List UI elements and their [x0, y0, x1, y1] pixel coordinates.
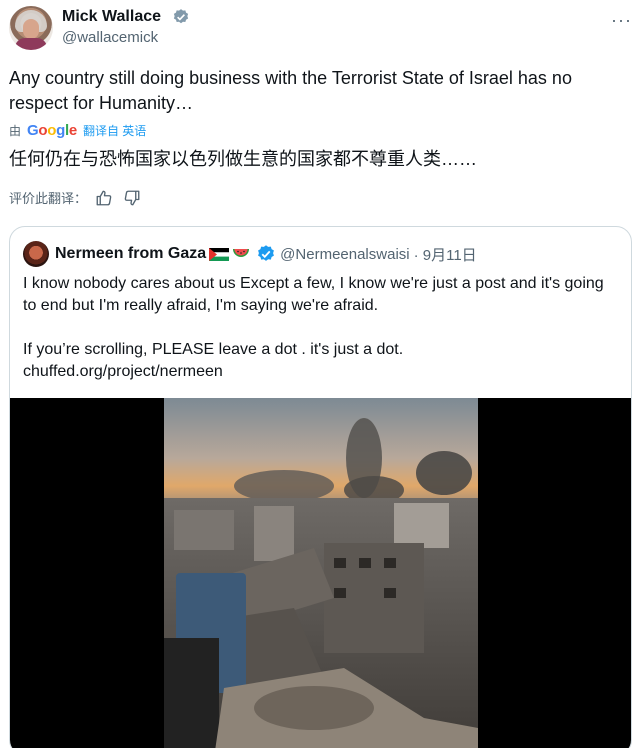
- quoted-date: · 9月11日: [413, 246, 477, 264]
- watermelon-icon: [233, 249, 250, 257]
- verified-badge-icon: [173, 9, 189, 24]
- author-handle[interactable]: @wallacemick: [62, 29, 158, 46]
- verified-badge-icon: [258, 245, 275, 261]
- quoted-link[interactable]: chuffed.org/project/nermeen: [23, 361, 621, 383]
- thumbs-down-icon[interactable]: [123, 189, 141, 207]
- google-logo: Google: [27, 121, 77, 139]
- quoted-author-name: Nermeen from Gaza: [55, 245, 207, 262]
- author-name[interactable]: Mick Wallace: [62, 8, 161, 26]
- translation-attribution: 由 Google 翻译自 英语: [9, 121, 146, 139]
- translated-by-label: 由: [9, 123, 22, 138]
- quoted-tweet[interactable]: Nermeen from Gaza @Nermeenalswaisi · 9月1…: [9, 226, 632, 748]
- rate-translation: 评价此翻译：: [9, 188, 141, 207]
- video-player[interactable]: [10, 398, 631, 748]
- translated-from-label[interactable]: 翻译自 英语: [83, 122, 146, 139]
- more-options-icon[interactable]: ···: [611, 10, 632, 31]
- quoted-paragraph: If you’re scrolling, PLEASE leave a dot …: [23, 341, 404, 358]
- quoted-avatar: [23, 241, 49, 267]
- rate-translation-label: 评价此翻译：: [9, 191, 88, 206]
- quoted-paragraph: I know nobody cares about us Except a fe…: [23, 275, 604, 314]
- palestine-flag-icon: [209, 247, 230, 261]
- quoted-tweet-text: I know nobody cares about us Except a fe…: [23, 273, 621, 383]
- quoted-author-handle: @Nermeenalswaisi: [280, 245, 410, 263]
- translated-text: 任何仍在与恐怖国家以色列做生意的国家都不尊重人类……: [9, 149, 477, 169]
- video-thumbnail: [164, 398, 478, 748]
- tweet-header: Mick Wallace @wallacemick ···: [9, 6, 634, 50]
- thumbs-up-icon[interactable]: [95, 189, 113, 207]
- tweet-text: Any country still doing business with th…: [9, 68, 572, 113]
- quoted-tweet-header: Nermeen from Gaza @Nermeenalswaisi · 9月1…: [23, 241, 477, 267]
- avatar[interactable]: [9, 6, 53, 50]
